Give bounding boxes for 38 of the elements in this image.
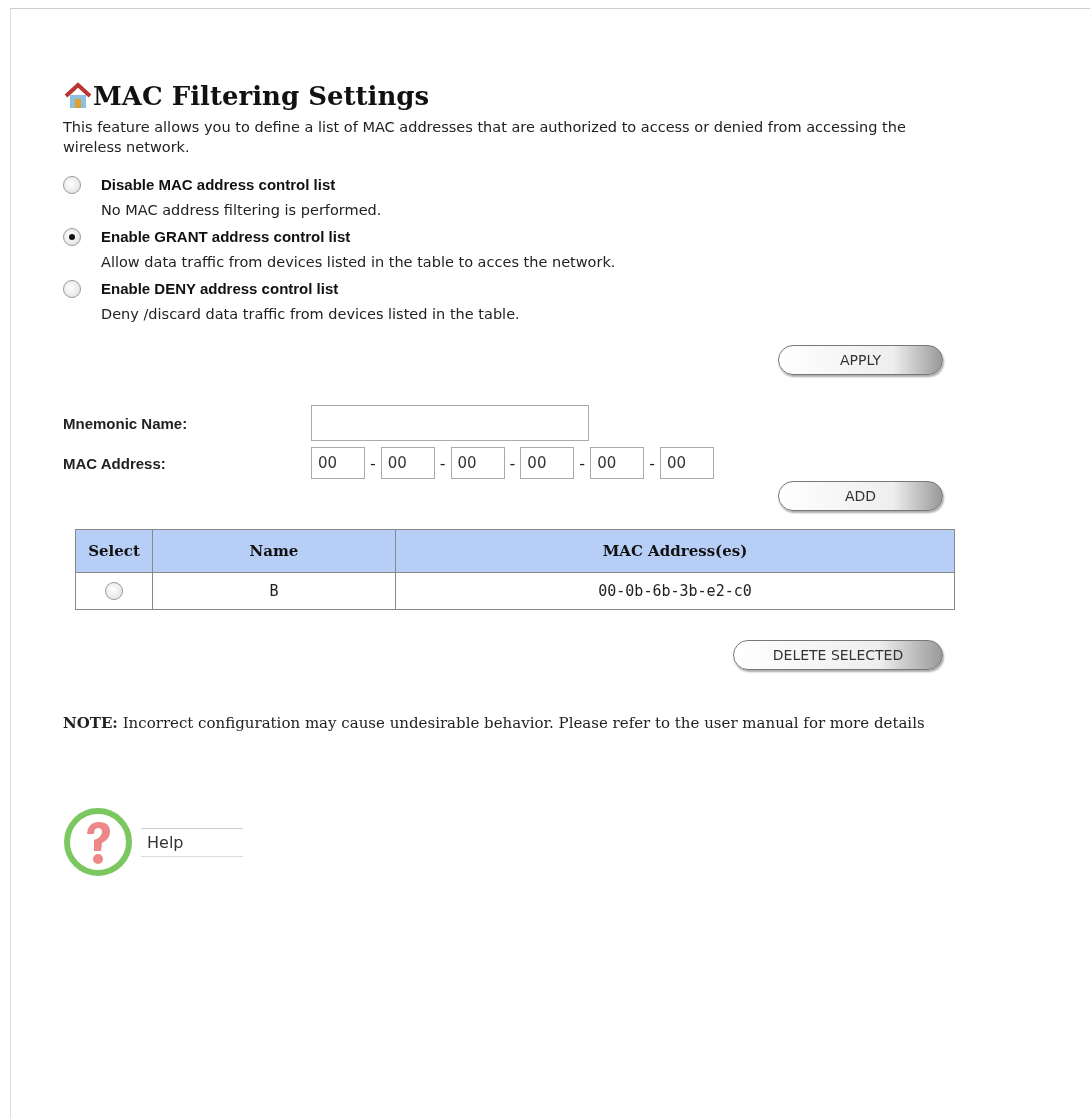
mac-octet-field[interactable]: 00 — [380, 447, 435, 479]
option-label: Enable DENY address control list — [101, 279, 340, 299]
page-title: MAC Filtering Settings — [93, 81, 430, 111]
description-text: This feature allows you to define a list of MAC addresses that are authorized to access or denied from accessing the wireless network. — [63, 118, 907, 157]
column-header: MAC Address(es) — [395, 529, 955, 573]
separator-text: - — [579, 453, 586, 473]
delete-selected-button[interactable]: DELETE SELECTED — [733, 640, 943, 670]
option-label: Enable GRANT address control list — [101, 227, 352, 247]
option-description: No MAC address filtering is performed. — [101, 201, 383, 220]
mac-octet-field[interactable]: 00 — [590, 447, 645, 479]
table-cell: B — [152, 572, 396, 610]
mac-octet-field[interactable]: 00 — [450, 447, 505, 479]
radio-button[interactable] — [63, 228, 81, 246]
separator-text: - — [649, 453, 655, 473]
radio-button[interactable] — [63, 280, 81, 298]
option-description: Deny /discard data traffic from devices listed in the table. — [101, 305, 521, 324]
column-header: Name — [152, 529, 396, 573]
help-link[interactable]: Help — [141, 827, 244, 857]
help-icon[interactable] — [63, 807, 133, 877]
field-label: MAC Address: — [63, 454, 167, 472]
house-icon — [63, 82, 93, 110]
mac-octet-field[interactable]: 00 — [659, 447, 714, 479]
column-header: Select — [75, 529, 153, 573]
radio-button[interactable] — [63, 176, 81, 194]
table-cell: 00-0b-6b-3b-e2-c0 — [395, 572, 955, 610]
field-label: Mnemonic Name: — [63, 414, 189, 432]
radio-button[interactable] — [105, 582, 123, 601]
add-button[interactable]: ADD — [778, 481, 943, 511]
separator-text: - — [439, 453, 446, 473]
separator-text: - — [509, 453, 516, 473]
mac-octet-field[interactable]: 00 — [520, 447, 575, 479]
mac-octet-field[interactable]: 00 — [311, 447, 365, 479]
option-description: Allow data traffic from devices listed in the table to acces the network. — [101, 253, 617, 272]
apply-button[interactable]: APPLY — [778, 345, 943, 375]
separator-text: - — [370, 453, 376, 473]
note-text: NOTE: Incorrect configuration may cause undesirable behavior. Please refer to the user manual for more details — [63, 714, 926, 733]
option-label: Disable MAC address control list — [101, 175, 337, 195]
mnemonic-name-field[interactable] — [311, 405, 589, 441]
